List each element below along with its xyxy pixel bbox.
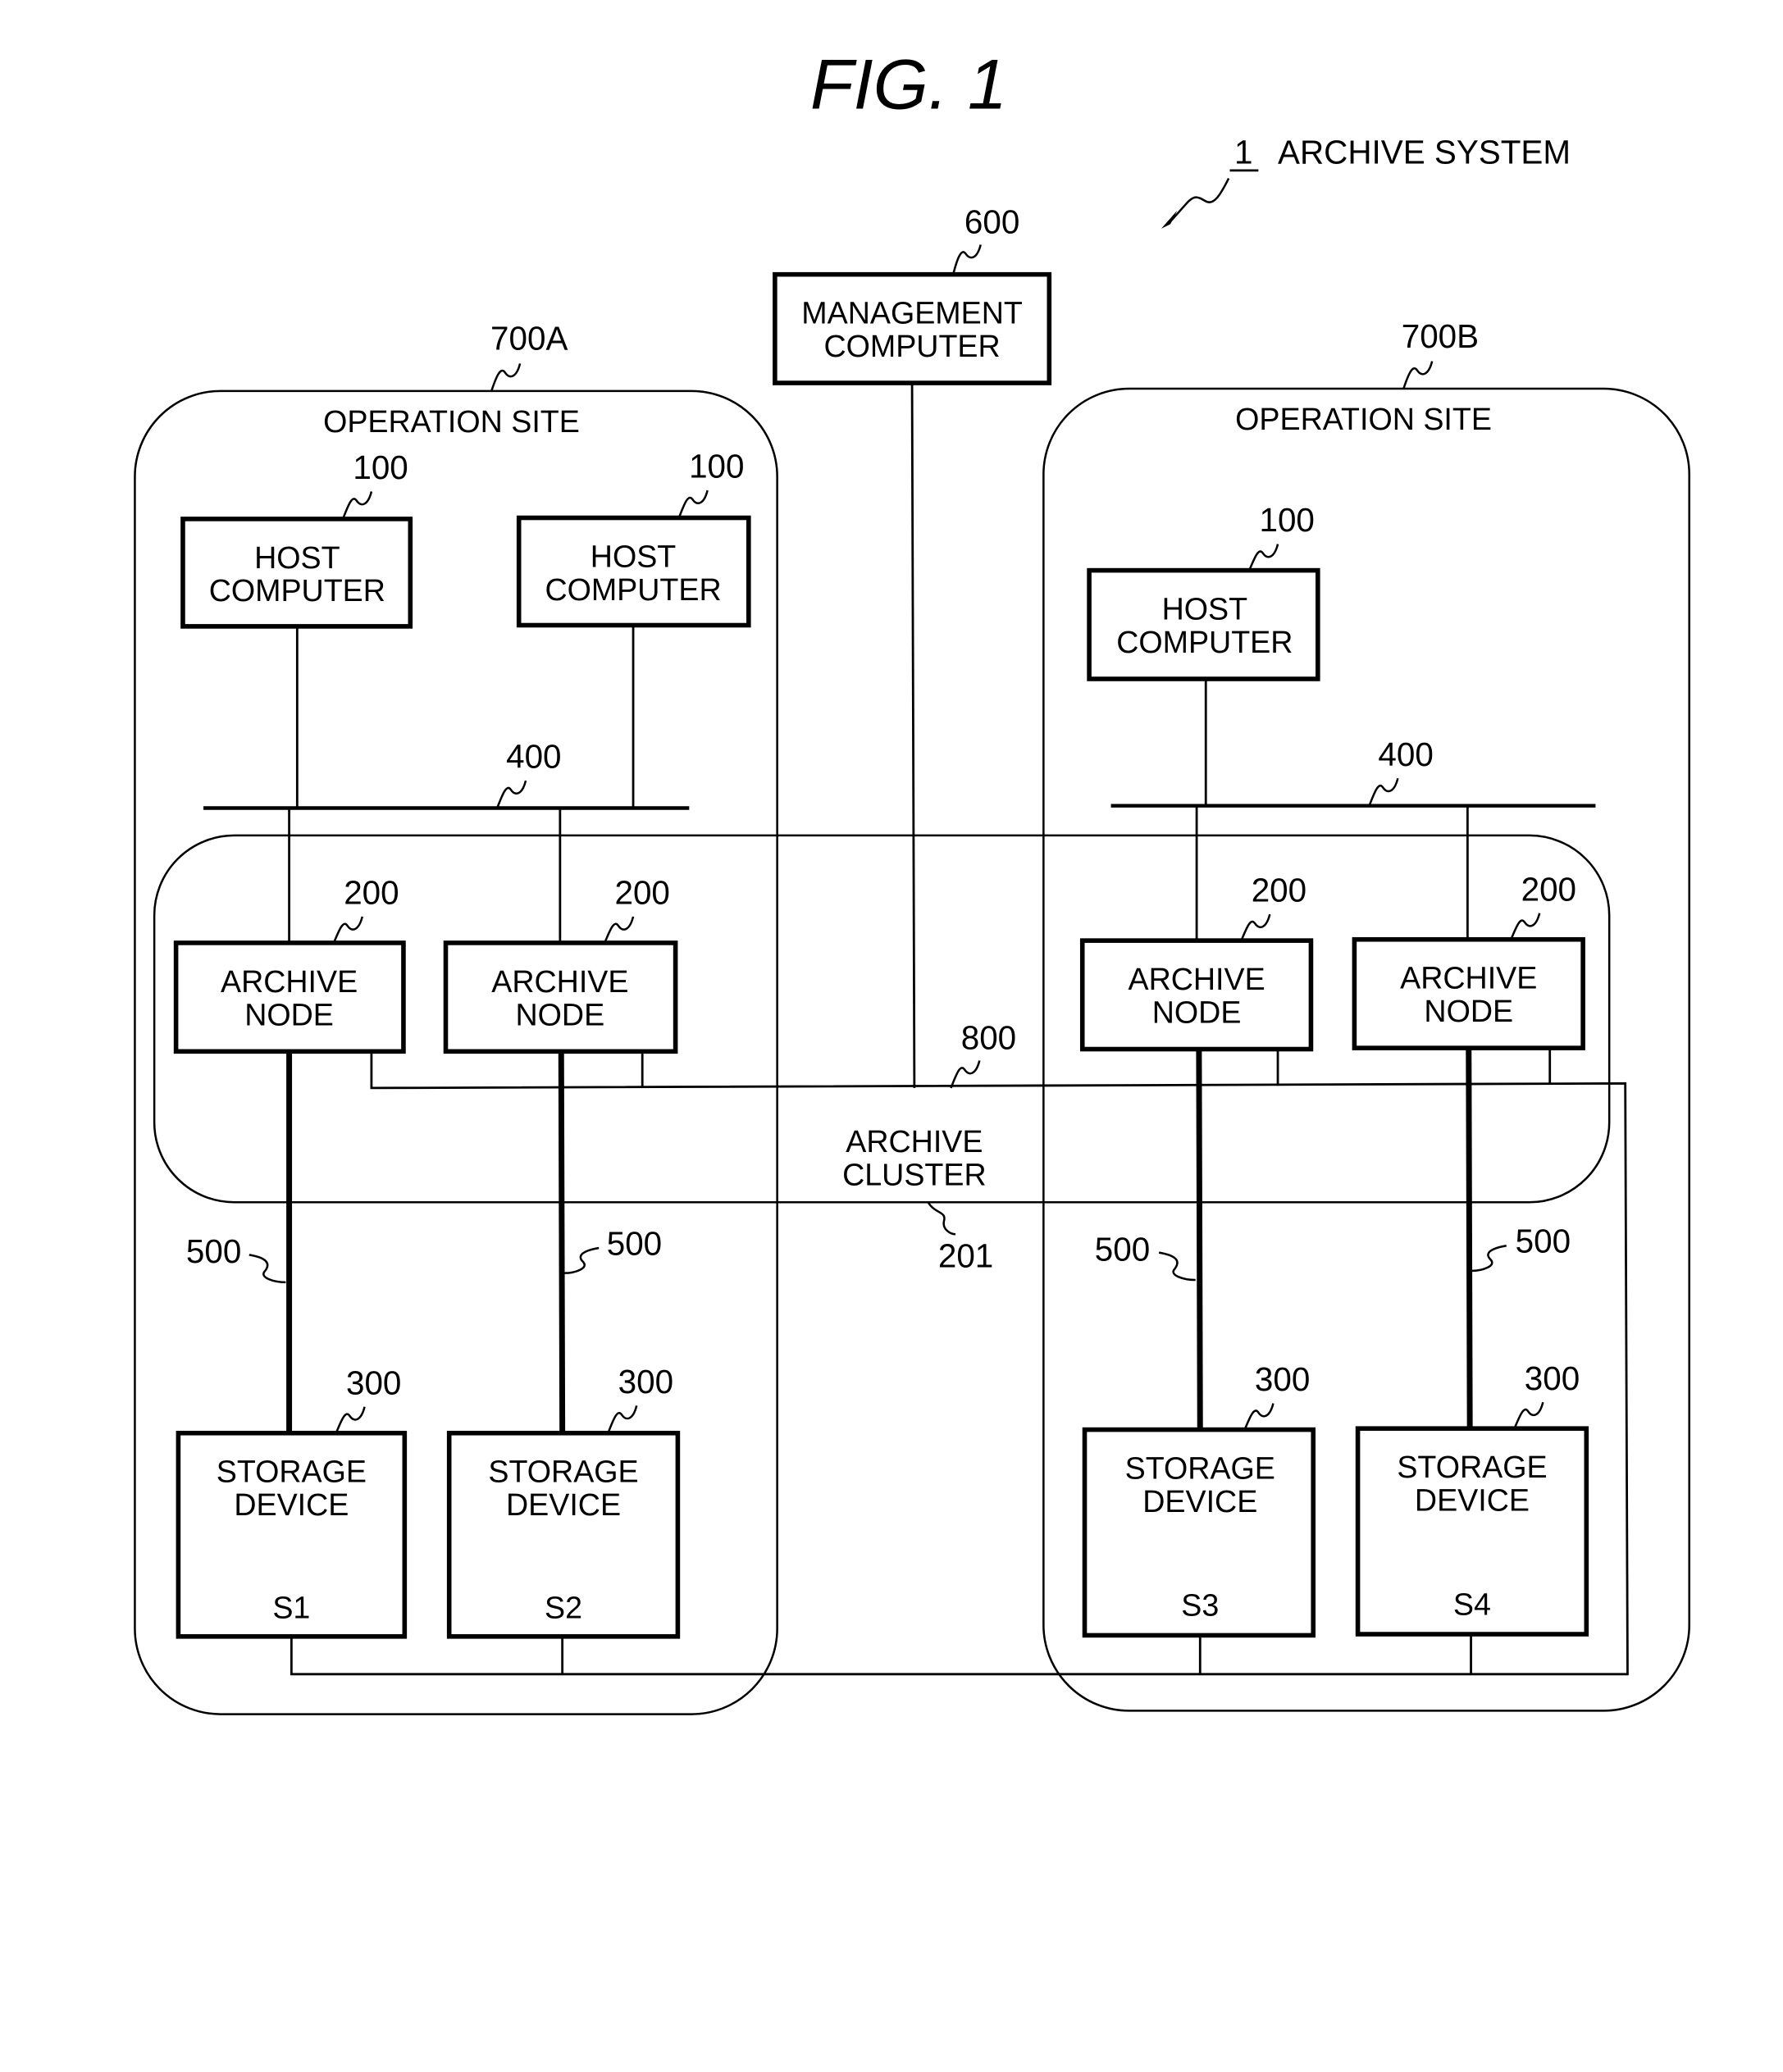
- management-ref: 600: [964, 203, 1019, 241]
- storage-s3-line1: STORAGE: [1125, 1451, 1275, 1486]
- node-a1-ref: 200: [344, 874, 399, 912]
- storage-link-b1: [1196, 1049, 1203, 1430]
- cluster-label-line1: ARCHIVE: [846, 1124, 983, 1159]
- node-b1-ref: 200: [1252, 872, 1306, 909]
- storage-s4-line2: DEVICE: [1415, 1483, 1530, 1518]
- link-a1-leader: [249, 1254, 286, 1284]
- storage-s1-line1: STORAGE: [217, 1455, 367, 1489]
- node-a2-ref: 200: [614, 874, 669, 912]
- storage-s2-id: S2: [545, 1591, 582, 1625]
- link-b1-leader: [1158, 1251, 1196, 1282]
- management-network-ref: 800: [961, 1019, 1016, 1057]
- system-ref: 1: [1234, 133, 1252, 171]
- cluster-ref: 201: [938, 1237, 993, 1275]
- cluster-label-line2: CLUSTER: [842, 1157, 987, 1191]
- storage-s4-id: S4: [1453, 1587, 1491, 1621]
- management-link: [910, 383, 916, 1088]
- system-label: ARCHIVE SYSTEM: [1278, 133, 1571, 171]
- storage-s3-line2: DEVICE: [1142, 1484, 1257, 1519]
- host-b1-ref: 100: [1259, 501, 1314, 539]
- system-arrow-head: [1161, 210, 1178, 229]
- host-a1-ref: 100: [353, 449, 408, 486]
- management-leader: [952, 244, 982, 275]
- link-a2-ref: 500: [607, 1224, 662, 1262]
- system-arrow-leader: [1167, 178, 1230, 225]
- host-a2-line1: HOST: [591, 539, 676, 573]
- host-b1-line2: COMPUTER: [1116, 625, 1293, 659]
- network-400b-ref: 400: [1378, 735, 1433, 773]
- storage-link-a2: [558, 1051, 566, 1433]
- storage-s4-line1: STORAGE: [1397, 1450, 1547, 1484]
- figure-title: FIG. 1: [810, 46, 1007, 125]
- management-line2: COMPUTER: [823, 329, 1000, 363]
- node-a2-leader: [604, 916, 635, 944]
- storage-s4-ref: 300: [1525, 1359, 1580, 1397]
- host-a1-leader: [341, 491, 373, 520]
- storage-s1-id: S1: [272, 1591, 310, 1625]
- system-label-group: 1 ARCHIVE SYSTEM: [1161, 133, 1571, 229]
- node-a1-line2: NODE: [244, 997, 334, 1031]
- node-b1-leader: [1240, 913, 1271, 941]
- site-700a-label: OPERATION SITE: [323, 404, 580, 439]
- site-700a-ref: 700A: [490, 320, 568, 357]
- link-b2-ref: 500: [1516, 1223, 1571, 1260]
- site-700b-leader: [1402, 361, 1434, 389]
- storage-s2-line2: DEVICE: [506, 1487, 621, 1522]
- network-400a-leader: [496, 780, 527, 808]
- storage-s3-id: S3: [1181, 1588, 1219, 1623]
- storage-s3-leader: [1243, 1403, 1275, 1431]
- node-b2-line2: NODE: [1424, 994, 1513, 1028]
- storage-s1-leader: [335, 1406, 366, 1434]
- link-b1-ref: 500: [1095, 1230, 1150, 1268]
- link-a1-ref: 500: [186, 1232, 241, 1270]
- site-700a-leader: [490, 363, 522, 392]
- host-a2-ref: 100: [689, 448, 744, 485]
- node-a2-line1: ARCHIVE: [491, 964, 628, 999]
- host-a1-line1: HOST: [254, 540, 340, 575]
- storage-link-b2: [1466, 1048, 1473, 1429]
- node-a2-line2: NODE: [516, 997, 605, 1031]
- link-b2-leader: [1471, 1244, 1507, 1273]
- host-a1-line2: COMPUTER: [209, 573, 385, 608]
- node-a1-line1: ARCHIVE: [221, 964, 358, 999]
- storage-s1-ref: 300: [346, 1364, 401, 1401]
- node-b1-line2: NODE: [1152, 995, 1242, 1029]
- network-400b-leader: [1368, 777, 1399, 807]
- node-b2-leader: [1510, 913, 1541, 940]
- node-a1-leader: [332, 916, 363, 944]
- archive-system-diagram: FIG. 1 1 ARCHIVE SYSTEM 700A OPERATION S…: [134, 46, 1690, 1715]
- network-400a-ref: 400: [506, 738, 561, 776]
- site-700b-label: OPERATION SITE: [1235, 402, 1492, 436]
- cluster-leader: [927, 1201, 956, 1236]
- storage-s2-ref: 300: [618, 1363, 673, 1400]
- management-network-leader: [950, 1060, 981, 1089]
- host-b1-leader: [1248, 544, 1279, 572]
- host-a2-leader: [677, 490, 709, 518]
- storage-s2-leader: [607, 1405, 638, 1434]
- storage-s1-line2: DEVICE: [234, 1487, 349, 1522]
- storage-s3-ref: 300: [1255, 1360, 1310, 1398]
- storage-s2-line1: STORAGE: [488, 1455, 638, 1489]
- node-b2-line1: ARCHIVE: [1400, 961, 1537, 995]
- link-a2-leader: [564, 1246, 600, 1274]
- node-b1-line1: ARCHIVE: [1128, 962, 1265, 996]
- node-b2-ref: 200: [1521, 870, 1576, 908]
- site-700b-ref: 700B: [1402, 317, 1479, 355]
- management-line1: MANAGEMENT: [801, 296, 1023, 330]
- host-b1-line1: HOST: [1162, 592, 1247, 626]
- host-a2-line2: COMPUTER: [545, 572, 721, 607]
- storage-s4-leader: [1513, 1401, 1544, 1429]
